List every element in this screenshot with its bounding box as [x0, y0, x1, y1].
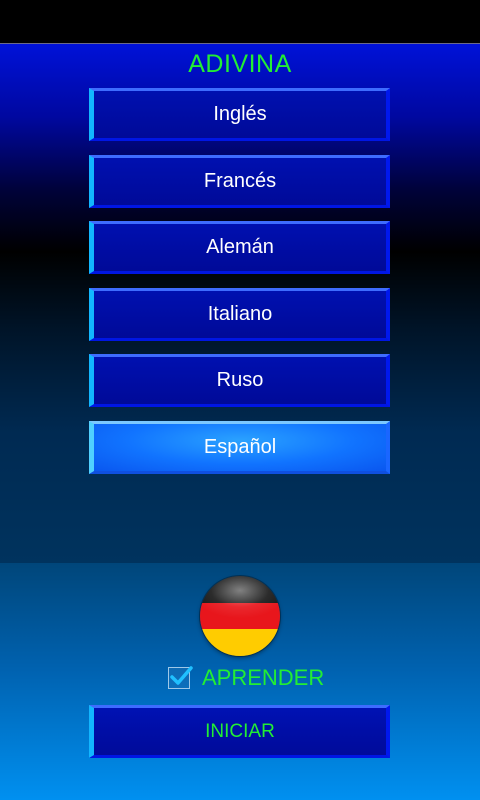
page-title: ADIVINA	[188, 50, 292, 78]
flag-gloss	[200, 576, 280, 656]
germany-flag-icon	[200, 576, 280, 656]
learn-checkbox[interactable]	[168, 666, 193, 689]
status-bar	[0, 0, 480, 44]
checkmark-icon	[170, 666, 193, 685]
learn-label[interactable]: APRENDER	[202, 663, 324, 693]
language-button-aleman[interactable]: Alemán	[89, 221, 390, 274]
language-button-italiano[interactable]: Italiano	[89, 288, 390, 341]
language-button-espanol[interactable]: Español	[89, 421, 390, 474]
start-button[interactable]: INICIAR	[89, 705, 390, 758]
app-screen: ADIVINA Inglés Francés Alemán Italiano R…	[0, 0, 480, 800]
language-button-ruso[interactable]: Ruso	[89, 354, 390, 407]
learn-option: APRENDER	[168, 663, 324, 693]
language-button-ingles[interactable]: Inglés	[89, 88, 390, 141]
language-button-frances[interactable]: Francés	[89, 155, 390, 208]
